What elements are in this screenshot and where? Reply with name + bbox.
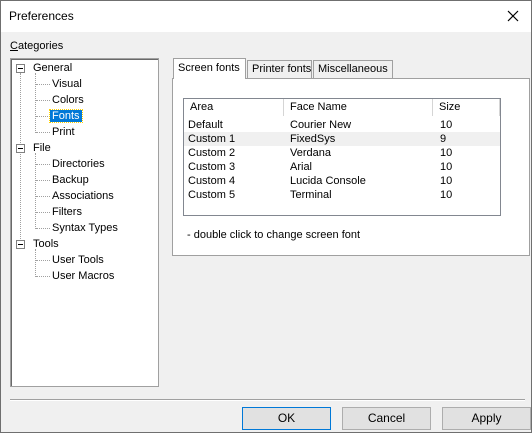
table-row[interactable]: Custom 2 Verdana 10	[184, 146, 500, 160]
column-header-face-name[interactable]: Face Name	[284, 99, 433, 116]
ok-button[interactable]: OK	[242, 407, 331, 430]
area-cell: Custom 5	[188, 189, 236, 201]
table-row[interactable]: Default Courier New 10	[184, 118, 500, 132]
size-cell: 10	[440, 161, 453, 173]
tree-branch	[36, 260, 50, 261]
close-icon[interactable]	[503, 6, 523, 26]
face-name-cell: FixedSys	[290, 133, 336, 145]
tree-item-filters[interactable]: Filters	[52, 205, 82, 220]
divider	[10, 399, 525, 401]
size-cell: 10	[440, 175, 453, 187]
categories-tree[interactable]: General Visual Colors Fonts Print File D…	[10, 58, 159, 387]
tree-branch	[36, 164, 50, 165]
collapse-general-icon[interactable]	[16, 64, 25, 73]
tree-item-associations[interactable]: Associations	[52, 189, 114, 204]
categories-label: Categories	[10, 40, 64, 52]
face-name-cell: Arial	[290, 161, 313, 173]
tree-branch	[36, 180, 50, 181]
table-row[interactable]: Custom 1 FixedSys 9	[184, 132, 500, 146]
preferences-dialog: Preferences Categories General Visual Co…	[0, 0, 532, 433]
size-cell: 10	[440, 147, 453, 159]
tree-item-print[interactable]: Print	[52, 125, 75, 140]
tree-branch	[36, 228, 50, 229]
area-cell: Custom 2	[188, 147, 236, 159]
tree-item-visual[interactable]: Visual	[52, 77, 82, 92]
area-cell: Default	[188, 119, 223, 131]
tree-item-file[interactable]: File	[33, 141, 51, 156]
tree-item-user-tools[interactable]: User Tools	[52, 253, 104, 268]
tree-branch	[36, 196, 50, 197]
area-cell: Custom 4	[188, 175, 236, 187]
size-cell: 10	[440, 119, 453, 131]
tab-miscellaneous[interactable]: Miscellaneous	[313, 60, 393, 79]
tree-item-colors[interactable]: Colors	[52, 93, 84, 108]
table-row[interactable]: Custom 5 Terminal 10	[184, 188, 500, 202]
tree-branch	[36, 276, 50, 277]
tree-item-syntax-types[interactable]: Syntax Types	[52, 221, 118, 236]
tree-branch	[36, 212, 50, 213]
tree-branch	[36, 100, 50, 101]
font-list[interactable]: Area Face Name Size Default Courier New …	[183, 98, 501, 216]
collapse-file-icon[interactable]	[16, 144, 25, 153]
face-name-cell: Verdana	[290, 147, 331, 159]
title-bar: Preferences	[1, 1, 531, 32]
tree-guide-line	[35, 73, 36, 133]
tab-printer-fonts[interactable]: Printer fonts	[247, 60, 312, 79]
tree-item-directories[interactable]: Directories	[52, 157, 105, 172]
table-row[interactable]: Custom 4 Lucida Console 10	[184, 174, 500, 188]
tree-item-tools[interactable]: Tools	[33, 237, 59, 252]
face-name-cell: Terminal	[290, 189, 332, 201]
column-header-size[interactable]: Size	[433, 99, 500, 116]
tree-guide-line	[35, 249, 36, 277]
tree-branch	[36, 116, 50, 117]
size-cell: 9	[440, 133, 447, 145]
area-cell: Custom 3	[188, 161, 236, 173]
column-header-area[interactable]: Area	[184, 99, 284, 116]
size-cell: 10	[440, 189, 453, 201]
tab-screen-fonts[interactable]: Screen fonts	[173, 58, 246, 79]
face-name-cell: Courier New	[290, 119, 352, 131]
table-row[interactable]: Custom 3 Arial 10	[184, 160, 500, 174]
tree-guide-line	[20, 73, 21, 249]
hint-text: - double click to change screen font	[187, 229, 361, 241]
tree-branch	[36, 132, 50, 133]
tree-item-general[interactable]: General	[33, 61, 72, 76]
area-cell: Custom 1	[188, 133, 236, 145]
font-list-header: Area Face Name Size	[184, 99, 500, 116]
collapse-tools-icon[interactable]	[16, 240, 25, 249]
cancel-button[interactable]: Cancel	[342, 407, 431, 430]
tree-item-user-macros[interactable]: User Macros	[52, 269, 114, 284]
window-title: Preferences	[9, 9, 74, 23]
tree-branch	[36, 84, 50, 85]
tree-item-fonts[interactable]: Fonts	[49, 109, 83, 124]
tree-item-backup[interactable]: Backup	[52, 173, 89, 188]
face-name-cell: Lucida Console	[290, 175, 366, 187]
apply-button[interactable]: Apply	[442, 407, 531, 430]
